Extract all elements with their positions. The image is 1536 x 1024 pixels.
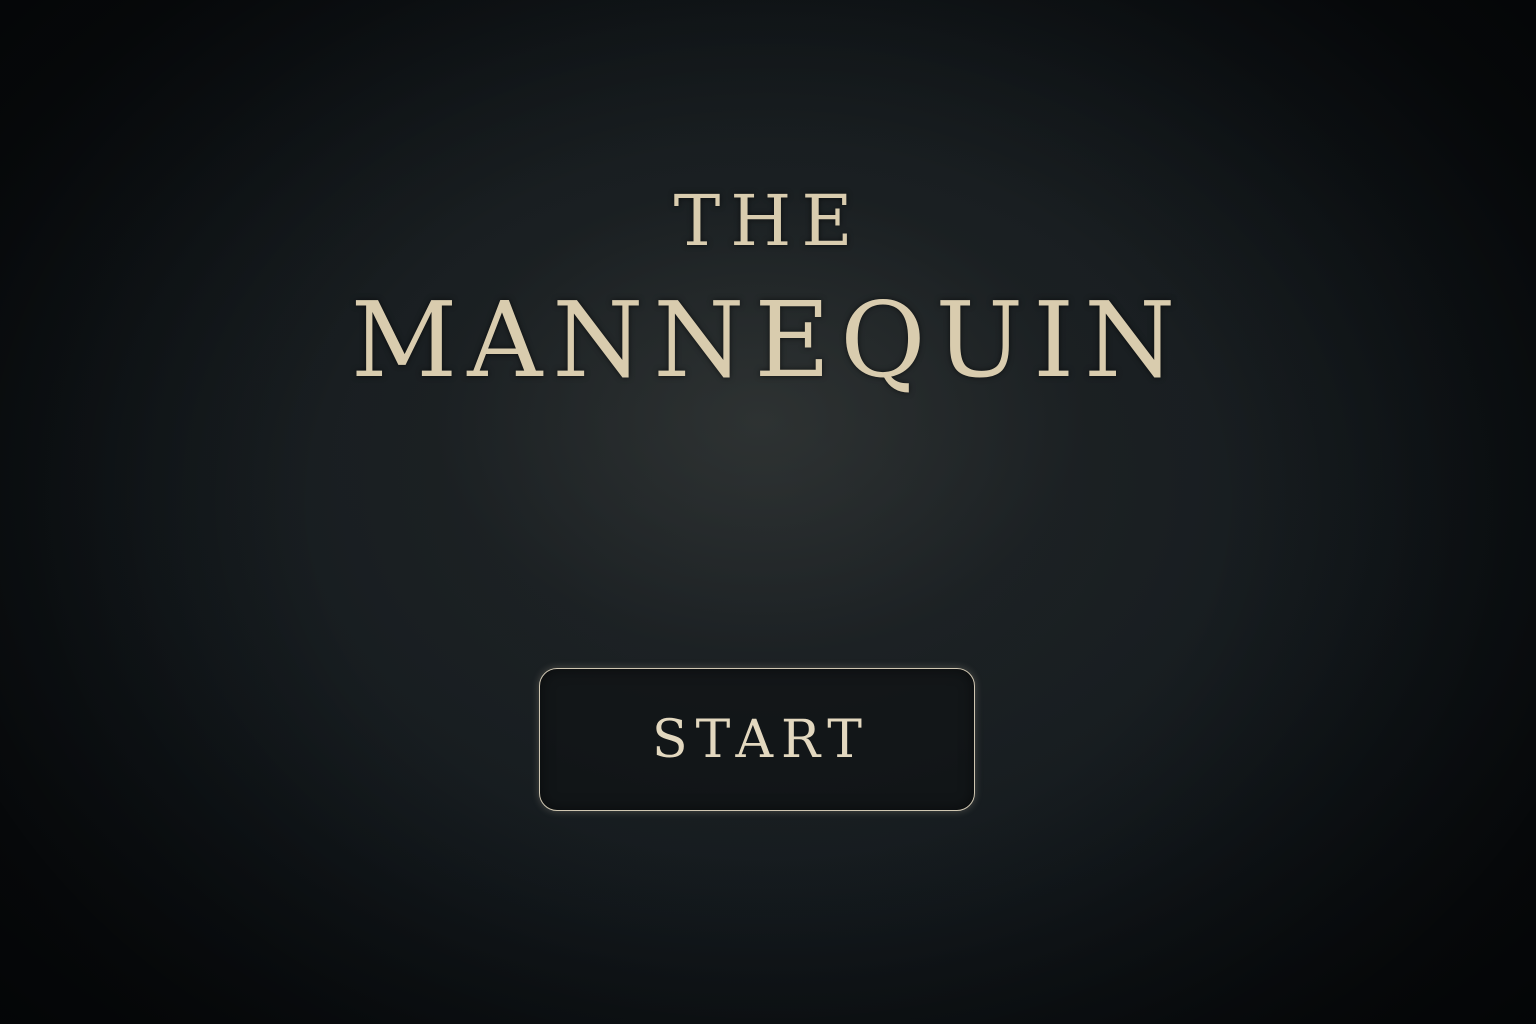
game-title-prefix: THE: [673, 180, 863, 262]
background-vignette: [0, 0, 1536, 1024]
game-title: MANNEQUIN: [350, 279, 1186, 401]
title-screen: THE MANNEQUIN START: [0, 0, 1536, 1024]
start-button[interactable]: START: [539, 668, 975, 811]
start-button-label: START: [652, 709, 870, 770]
